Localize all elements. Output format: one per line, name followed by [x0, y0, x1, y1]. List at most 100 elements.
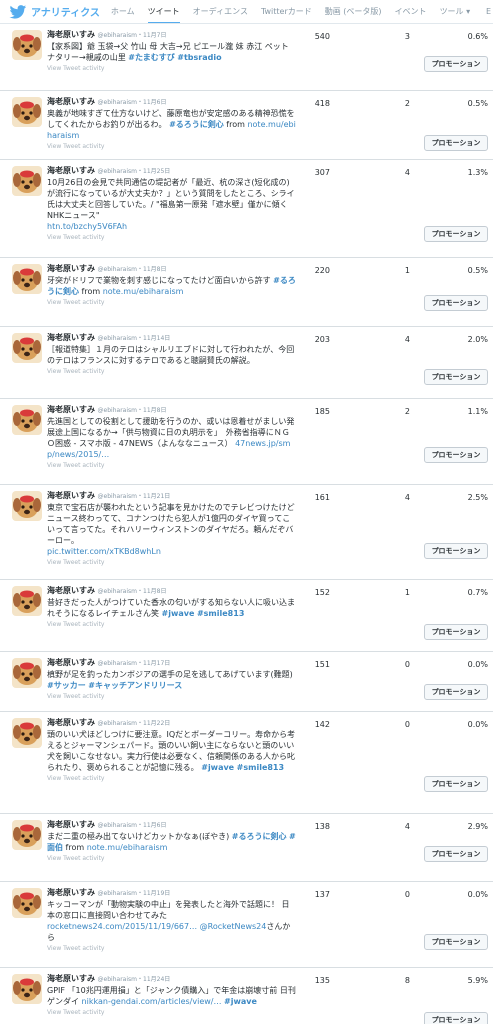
avatar[interactable] [12, 820, 42, 850]
tab-tweets[interactable]: ツイート [147, 0, 180, 23]
avatar[interactable] [12, 888, 42, 918]
tab-audience[interactable]: オーディエンス [193, 0, 248, 23]
author-name[interactable]: 海老原いすみ [47, 974, 95, 983]
promote-button[interactable]: プロモーション [424, 135, 488, 151]
impressions-value: 152 [314, 588, 330, 597]
tweet-date[interactable]: 11月6日 [143, 99, 166, 106]
hashtag-link[interactable]: #smile813 [197, 609, 244, 618]
avatar[interactable] [12, 491, 42, 521]
hashtag-link[interactable]: #るろうに剣心 [169, 120, 224, 129]
view-tweet-activity-link[interactable]: View Tweet activity [47, 368, 297, 375]
tweet-date[interactable]: 11月8日 [143, 407, 166, 414]
promote-button[interactable]: プロモーション [424, 226, 488, 242]
hashtag-link[interactable]: #たまむすび [128, 53, 174, 62]
tab-twitter-cards[interactable]: Twitterカード [261, 0, 312, 23]
author-name[interactable]: 海老原いすみ [47, 97, 95, 106]
tweet-date[interactable]: 11月7日 [143, 32, 166, 39]
avatar[interactable] [12, 586, 42, 616]
author-name[interactable]: 海老原いすみ [47, 166, 95, 175]
avatar[interactable] [12, 974, 42, 1004]
view-tweet-activity-link[interactable]: View Tweet activity [47, 559, 297, 566]
author-name[interactable]: 海老原いすみ [47, 658, 95, 667]
view-tweet-activity-link[interactable]: View Tweet activity [47, 143, 297, 150]
tweet-date[interactable]: 11月19日 [143, 890, 170, 897]
view-tweet-activity-link[interactable]: View Tweet activity [47, 299, 297, 306]
tweet-date[interactable]: 11月8日 [143, 266, 166, 273]
view-tweet-activity-link[interactable]: View Tweet activity [47, 775, 297, 782]
avatar[interactable] [12, 97, 42, 127]
view-tweet-activity-link[interactable]: View Tweet activity [47, 1009, 297, 1016]
avatar[interactable] [12, 166, 42, 196]
promote-button[interactable]: プロモーション [424, 624, 488, 640]
tweet-date[interactable]: 11月14日 [143, 335, 170, 342]
view-tweet-activity-link[interactable]: View Tweet activity [47, 65, 297, 72]
engagements-value: 4 [404, 335, 410, 344]
url-link[interactable]: @RocketNews24 [200, 922, 267, 931]
avatar[interactable] [12, 333, 42, 363]
tab-home[interactable]: ホーム [111, 0, 135, 23]
hashtag-link[interactable]: #るろうに剣心 [232, 832, 287, 841]
author-name[interactable]: 海老原いすみ [47, 718, 95, 727]
avatar[interactable] [12, 264, 42, 294]
tab-video-beta[interactable]: 動画 (ベータ版) [325, 0, 382, 23]
promote-button[interactable]: プロモーション [424, 684, 488, 700]
promote-button[interactable]: プロモーション [424, 295, 488, 311]
twitter-bird-icon[interactable] [9, 4, 27, 19]
top-nav: アナリティクス ホーム ツイート オーディエンス Twitterカード 動画 (… [0, 0, 493, 24]
hashtag-link[interactable]: #キャッチアンドリリース [88, 681, 182, 690]
author-name[interactable]: 海老原いすみ [47, 30, 95, 39]
promote-button[interactable]: プロモーション [424, 776, 488, 792]
hashtag-link[interactable]: #jwave [224, 997, 257, 1006]
analytics-brand[interactable]: アナリティクス [31, 4, 100, 19]
tweet-header: 海老原いすみ @ebiharaism・11月21日 [47, 490, 297, 502]
url-link[interactable]: note.mu/ebiharaism [103, 287, 184, 296]
tweet-date[interactable]: 11月6日 [143, 822, 166, 829]
view-tweet-activity-link[interactable]: View Tweet activity [47, 855, 297, 862]
tweet-date[interactable]: 11月24日 [143, 976, 170, 983]
view-tweet-activity-link[interactable]: View Tweet activity [47, 462, 297, 469]
view-tweet-activity-link[interactable]: View Tweet activity [47, 621, 297, 628]
tweet-date[interactable]: 11月25日 [143, 168, 170, 175]
author-name[interactable]: 海老原いすみ [47, 888, 95, 897]
tab-events[interactable]: イベント [395, 0, 427, 23]
author-name[interactable]: 海老原いすみ [47, 405, 95, 414]
view-tweet-activity-link[interactable]: View Tweet activity [47, 234, 297, 241]
view-tweet-activity-link[interactable]: View Tweet activity [47, 693, 297, 700]
promote-button[interactable]: プロモーション [424, 543, 488, 559]
avatar[interactable] [12, 405, 42, 435]
promote-button[interactable]: プロモーション [424, 369, 488, 385]
tab-tools[interactable]: ツール ▾ [440, 0, 471, 23]
promote-button[interactable]: プロモーション [424, 1012, 488, 1024]
impressions-value: 137 [314, 890, 330, 899]
url-link[interactable]: rocketnews24.com/2015/11/19/667… [47, 922, 197, 931]
hashtag-link[interactable]: #tbsradio [177, 53, 221, 62]
impressions-value: 135 [314, 976, 330, 985]
author-name[interactable]: 海老原いすみ [47, 820, 95, 829]
avatar[interactable] [12, 30, 42, 60]
tweet-date[interactable]: 11月22日 [143, 720, 170, 727]
nav-edge-item[interactable]: E [486, 7, 491, 16]
url-link[interactable]: pic.twitter.com/xTKBd8whLn [47, 547, 161, 556]
author-name[interactable]: 海老原いすみ [47, 264, 95, 273]
author-name[interactable]: 海老原いすみ [47, 491, 95, 500]
avatar[interactable] [12, 658, 42, 688]
hashtag-link[interactable]: #smile813 [237, 763, 284, 772]
promote-button[interactable]: プロモーション [424, 846, 488, 862]
tweet-date[interactable]: 11月8日 [143, 588, 166, 595]
promote-button[interactable]: プロモーション [424, 934, 488, 950]
tweet-content: 海老原いすみ @ebiharaism・11月6日 奥義が地味すぎて仕方ないけど、… [47, 96, 297, 150]
url-link[interactable]: nikkan-gendai.com/articles/view/… [82, 997, 222, 1006]
tweet-date[interactable]: 11月17日 [143, 660, 170, 667]
hashtag-link[interactable]: #jwave [201, 763, 234, 772]
promote-button[interactable]: プロモーション [424, 56, 488, 72]
hashtag-link[interactable]: #jwave [162, 609, 195, 618]
url-link[interactable]: htn.to/bzchy5V6FAh [47, 222, 127, 231]
tweet-date[interactable]: 11月21日 [143, 493, 170, 500]
url-link[interactable]: note.mu/ebiharaism [87, 843, 168, 852]
avatar[interactable] [12, 718, 42, 748]
view-tweet-activity-link[interactable]: View Tweet activity [47, 945, 297, 952]
author-name[interactable]: 海老原いすみ [47, 586, 95, 595]
promote-button[interactable]: プロモーション [424, 447, 488, 463]
hashtag-link[interactable]: #サッカー [47, 681, 86, 690]
author-name[interactable]: 海老原いすみ [47, 333, 95, 342]
